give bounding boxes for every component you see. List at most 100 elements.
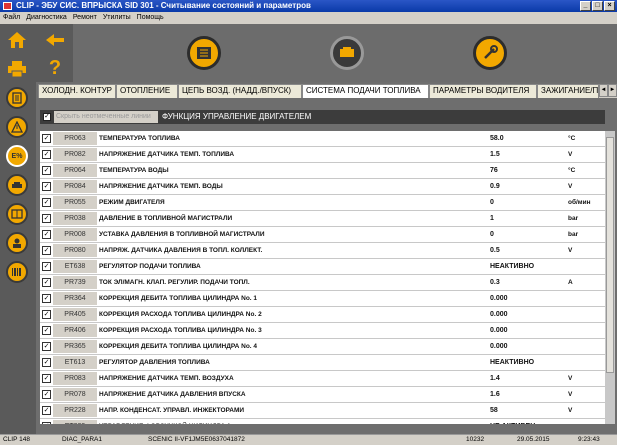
parameter-row[interactable]: ✓ PR082 НАПРЯЖЕНИЕ ДАТЧИКА ТЕМП. ТОПЛИВА 1.… <box>40 147 605 163</box>
clip-window: CLIP - ЭБУ СИС. ВПРЫСКА SID 301 - Считыв… <box>0 0 617 445</box>
technician-icon[interactable] <box>6 232 28 254</box>
parameter-row[interactable]: ✓ PR083 НАПРЯЖЕНИЕ ДАТЧИКА ТЕМП. ВОЗДУХА 1.… <box>40 371 605 387</box>
nav-toolbar: ? <box>36 24 73 82</box>
tab-fuel-system[interactable]: СИСТЕМА ПОДАЧИ ТОПЛИВА <box>302 84 429 98</box>
parameter-row[interactable]: ✓ PR405 КОРРЕКЦИЯ РАСХОДА ТОПЛИВА ЦИЛИНДРА… <box>40 307 605 323</box>
parameter-row[interactable]: ✓ PR038 ДАВЛЕНИЕ В ТОПЛИВНОЙ МАГИСТРАЛИ 1 ba… <box>40 211 605 227</box>
hide-unchecked-checkbox[interactable]: ✓ <box>43 113 51 121</box>
minimize-button[interactable]: _ <box>580 1 591 11</box>
menu-file[interactable]: Файл <box>3 12 20 24</box>
row-checkbox[interactable]: ✓ <box>42 390 51 399</box>
parameter-code: PR364 <box>53 292 97 305</box>
row-checkbox[interactable]: ✓ <box>42 262 51 271</box>
tab-driver-parameters[interactable]: ПАРАМЕТРЫ ВОДИТЕЛЯ <box>429 84 537 98</box>
document-icon[interactable] <box>6 87 28 109</box>
menu-diagnostics[interactable]: Диагностика <box>26 12 67 24</box>
close-button[interactable]: × <box>604 1 615 11</box>
engine-diagnostic-icon[interactable] <box>330 36 364 70</box>
row-checkbox[interactable]: ✓ <box>42 310 51 319</box>
parameter-label: НАПРЯЖЕНИЕ ДАТЧИКА ТЕМП. ВОДЫ <box>99 183 223 190</box>
barcode-icon[interactable] <box>6 261 28 283</box>
parameter-row[interactable]: ✓ ET613 РЕГУЛЯТОР ДАВЛЕНИЯ ТОПЛИВА НЕАКТИВН… <box>40 355 605 371</box>
row-checkbox[interactable]: ✓ <box>42 246 51 255</box>
row-checkbox[interactable]: ✓ <box>42 406 51 415</box>
row-checkbox[interactable]: ✓ <box>42 326 51 335</box>
row-checkbox[interactable]: ✓ <box>42 214 51 223</box>
checklist-icon[interactable] <box>187 36 221 70</box>
maximize-button[interactable]: □ <box>592 1 603 11</box>
row-checkbox[interactable]: ✓ <box>42 134 51 143</box>
row-checkbox[interactable]: ✓ <box>42 358 51 367</box>
parameter-label: УПРАВЛЕНИЕ ФОРСУНКОЙ ЦИЛИНДРА 1 <box>99 419 479 424</box>
parameter-row[interactable]: ✓ PR063 ТЕМПЕРАТУРА ТОПЛИВА 58.0 °C <box>40 131 605 147</box>
row-checkbox[interactable]: ✓ <box>42 374 51 383</box>
parameter-row[interactable]: ✓ PR055 РЕЖИМ ДВИГАТЕЛЯ 0 об/мин <box>40 195 605 211</box>
parameter-code: PR739 <box>53 276 97 289</box>
back-arrow-icon[interactable] <box>42 28 68 52</box>
row-checkbox[interactable]: ✓ <box>42 182 51 191</box>
parameter-label: РЕГУЛЯТОР ДАВЛЕНИЯ ТОПЛИВА <box>99 359 210 366</box>
vertical-scrollbar[interactable] <box>605 131 615 424</box>
parameter-row[interactable]: ✓ PR080 НАПРЯЖ. ДАТЧИКА ДАВЛЕНИЯ В ТОПЛ. К… <box>40 243 605 259</box>
hide-unchecked-label[interactable]: Скрыть неотмеченные линии <box>54 111 158 123</box>
parameter-row[interactable]: ✓ PR064 ТЕМПЕРАТУРА ВОДЫ 76 °C <box>40 163 605 179</box>
tab-ignition[interactable]: ЗАЖИГАНИЕ/П <box>537 84 599 98</box>
parameter-label: РЕЖИМ ДВИГАТЕЛЯ <box>99 199 165 206</box>
parameter-unit: A <box>568 279 573 286</box>
menu-utilities[interactable]: Утилиты <box>103 12 131 24</box>
parameter-row[interactable]: ✓ PR406 КОРРЕКЦИЯ РАСХОДА ТОПЛИВА ЦИЛИНДРА… <box>40 323 605 339</box>
parameter-code: PR055 <box>53 196 97 209</box>
wrench-icon[interactable] <box>473 36 507 70</box>
parameter-row[interactable]: ✓ PR365 КОРРЕКЦИЯ ДЕБИТА ТОПЛИВА ЦИЛИНДРА … <box>40 339 605 355</box>
warning-icon[interactable] <box>6 116 28 138</box>
parameter-code: ET638 <box>53 260 97 273</box>
parameter-unit: об/мин <box>568 199 591 206</box>
parameters-icon[interactable]: E% <box>6 145 28 167</box>
parameter-row[interactable]: ✓ PR364 КОРРЕКЦИЯ ДЕБИТА ТОПЛИВА ЦИЛИНДРА … <box>40 291 605 307</box>
menu-repair[interactable]: Ремонт <box>73 12 97 24</box>
parameter-row[interactable]: ✓ PR228 НАПР. КОНДЕНСАТ. УПРАВЛ. ИНЖЕКТОРА… <box>40 403 605 419</box>
tab-right-arrow[interactable]: ► <box>608 84 617 97</box>
parameter-unit <box>568 291 602 307</box>
row-checkbox[interactable]: ✓ <box>42 294 51 303</box>
tab-left-arrow[interactable]: ◄ <box>599 84 608 97</box>
parameter-code: PR082 <box>53 148 97 161</box>
scroll-thumb[interactable] <box>606 137 614 373</box>
parameter-code: PR228 <box>53 404 97 417</box>
parameter-row[interactable]: ✓ PR008 УСТАВКА ДАВЛЕНИЯ В ТОПЛИВНОЙ МАГИС… <box>40 227 605 243</box>
parameter-code: PR083 <box>53 372 97 385</box>
row-checkbox[interactable]: ✓ <box>42 342 51 351</box>
status-date: 29.05.2015 <box>517 436 550 443</box>
parameter-row[interactable]: ✓ PR739 ТОК ЭЛ/МАГН. КЛАП. РЕГУЛИР. ПОДАЧИ… <box>40 275 605 291</box>
title-bar: CLIP - ЭБУ СИС. ВПРЫСКА SID 301 - Считыв… <box>0 0 617 12</box>
parameter-unit <box>568 307 602 323</box>
menu-help[interactable]: Помощь <box>137 12 164 24</box>
tab-cooling-circuit[interactable]: ХОЛОДН. КОНТУР <box>38 84 116 98</box>
parameter-unit <box>568 323 602 339</box>
parameter-value: 0.5 <box>490 247 500 254</box>
row-checkbox[interactable]: ✓ <box>42 198 51 207</box>
question-icon[interactable]: ? <box>42 56 68 80</box>
parameter-row[interactable]: ✓ PR078 НАПРЯЖЕНИЕ ДАТЧИКА ДАВЛЕНИЯ ВПУСКА… <box>40 387 605 403</box>
row-checkbox[interactable]: ✓ <box>42 278 51 287</box>
status-time: 9:23:43 <box>578 436 600 443</box>
printer-icon[interactable] <box>4 57 30 81</box>
tab-heating[interactable]: ОТОПЛЕНИЕ <box>116 84 178 98</box>
parameter-label: НАПРЯЖЕНИЕ ДАТЧИКА ДАВЛЕНИЯ ВПУСКА <box>99 391 246 398</box>
row-checkbox[interactable]: ✓ <box>42 166 51 175</box>
car-icon[interactable] <box>6 174 28 196</box>
parameter-value: 0.000 <box>490 295 508 302</box>
row-checkbox[interactable]: ✓ <box>42 422 51 424</box>
book-icon[interactable] <box>6 203 28 225</box>
panel-header: ✓ Скрыть неотмеченные линии ФУНКЦИЯ УПРА… <box>40 110 605 124</box>
tab-air-circuit[interactable]: ЦЕПЬ ВОЗД. (НАДД./ВПУСК) <box>178 84 302 98</box>
parameter-row[interactable]: ✓ET229УПРАВЛЕНИЕ ФОРСУНКОЙ ЦИЛИНДРА 1 НЕ … <box>40 419 605 424</box>
parameter-row[interactable]: ✓ PR084 НАПРЯЖЕНИЕ ДАТЧИКА ТЕМП. ВОДЫ 0.9 V <box>40 179 605 195</box>
parameter-row[interactable]: ✓ ET638 РЕГУЛЯТОР ПОДАЧИ ТОПЛИВА НЕАКТИВНО <box>40 259 605 275</box>
parameter-code: PR008 <box>53 228 97 241</box>
row-checkbox[interactable]: ✓ <box>42 230 51 239</box>
row-checkbox[interactable]: ✓ <box>42 150 51 159</box>
home-icon[interactable] <box>4 28 30 52</box>
parameter-code: PR064 <box>53 164 97 177</box>
parameter-code: PR038 <box>53 212 97 225</box>
